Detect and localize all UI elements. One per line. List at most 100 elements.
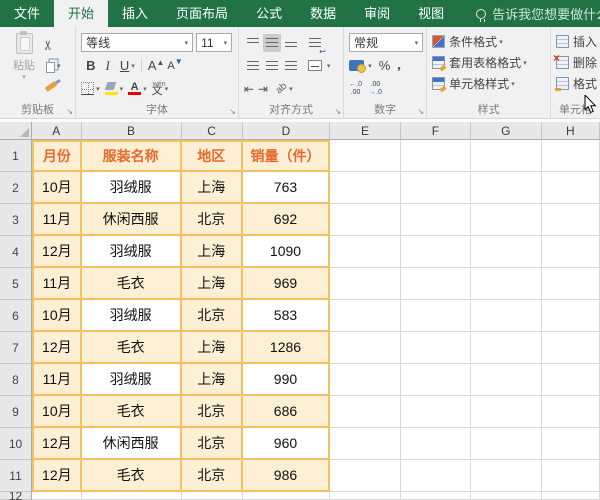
- cell-B2[interactable]: 羽绒服: [82, 172, 182, 204]
- percent-style-button[interactable]: %: [379, 58, 391, 73]
- cell-A9[interactable]: 10月: [32, 396, 82, 428]
- row-header-6[interactable]: 6: [0, 300, 32, 332]
- cell-D11[interactable]: 986: [243, 460, 330, 492]
- format-painter-button[interactable]: [43, 76, 61, 97]
- cell-D7[interactable]: 1286: [243, 332, 330, 364]
- cell-A8[interactable]: 11月: [32, 364, 82, 396]
- column-header-G[interactable]: G: [471, 122, 542, 140]
- decrease-font-button[interactable]: A▼: [167, 60, 182, 72]
- cell-F11[interactable]: [401, 460, 471, 492]
- row-header-9[interactable]: 9: [0, 396, 32, 428]
- row-header-3[interactable]: 3: [0, 204, 32, 236]
- cell-C3[interactable]: 北京: [182, 204, 243, 236]
- column-header-E[interactable]: E: [330, 122, 401, 140]
- cell-E10[interactable]: [330, 428, 401, 460]
- cell-H2[interactable]: [542, 172, 600, 204]
- column-header-F[interactable]: F: [401, 122, 471, 140]
- align-right-button[interactable]: [282, 57, 300, 75]
- underline-button[interactable]: U: [120, 58, 129, 73]
- cell-styles-button[interactable]: 单元格样式 ▾: [432, 73, 547, 94]
- cell-C1[interactable]: 地区: [182, 140, 243, 172]
- font-name-select[interactable]: 等线 ▾: [81, 33, 193, 52]
- alignment-dialog-launcher-icon[interactable]: ↘: [334, 107, 341, 116]
- cell-E6[interactable]: [330, 300, 401, 332]
- number-format-select[interactable]: 常规 ▾: [349, 33, 423, 52]
- cell-F8[interactable]: [401, 364, 471, 396]
- column-header-B[interactable]: B: [82, 122, 182, 140]
- cell-H4[interactable]: [542, 236, 600, 268]
- cell-B4[interactable]: 羽绒服: [82, 236, 182, 268]
- cell-G2[interactable]: [471, 172, 542, 204]
- cell-D3[interactable]: 692: [243, 204, 330, 236]
- font-color-button[interactable]: A ▾: [128, 82, 147, 95]
- insert-cells-button[interactable]: 插入: [556, 31, 597, 52]
- cell-H12[interactable]: [542, 492, 600, 500]
- underline-caret-icon[interactable]: ▾: [131, 62, 135, 70]
- cell-F6[interactable]: [401, 300, 471, 332]
- cell-F1[interactable]: [401, 140, 471, 172]
- cell-G9[interactable]: [471, 396, 542, 428]
- copy-button[interactable]: ▾: [43, 55, 61, 76]
- font-size-select[interactable]: 11 ▾: [196, 33, 232, 52]
- cell-H1[interactable]: [542, 140, 600, 172]
- cell-G11[interactable]: [471, 460, 542, 492]
- font-dialog-launcher-icon[interactable]: ↘: [229, 107, 236, 116]
- clipboard-dialog-launcher-icon[interactable]: ↘: [66, 107, 73, 116]
- cell-B9[interactable]: 毛衣: [82, 396, 182, 428]
- cell-C6[interactable]: 北京: [182, 300, 243, 332]
- decrease-indent-button[interactable]: ⇤: [244, 82, 254, 96]
- tab-page-layout[interactable]: 页面布局: [162, 0, 242, 27]
- cell-A3[interactable]: 11月: [32, 204, 82, 236]
- cell-G10[interactable]: [471, 428, 542, 460]
- middle-align-button[interactable]: [263, 34, 281, 52]
- cell-B7[interactable]: 毛衣: [82, 332, 182, 364]
- cell-A7[interactable]: 12月: [32, 332, 82, 364]
- phonetic-guide-button[interactable]: wén文 ▾: [152, 81, 169, 97]
- cell-H11[interactable]: [542, 460, 600, 492]
- cell-B5[interactable]: 毛衣: [82, 268, 182, 300]
- cell-F2[interactable]: [401, 172, 471, 204]
- cell-C7[interactable]: 上海: [182, 332, 243, 364]
- row-header-8[interactable]: 8: [0, 364, 32, 396]
- tab-home[interactable]: 开始: [54, 0, 108, 27]
- cell-C9[interactable]: 北京: [182, 396, 243, 428]
- cell-A10[interactable]: 12月: [32, 428, 82, 460]
- cell-F12[interactable]: [401, 492, 471, 500]
- column-header-H[interactable]: H: [542, 122, 600, 140]
- row-header-11[interactable]: 11: [0, 460, 32, 492]
- cell-C4[interactable]: 上海: [182, 236, 243, 268]
- cell-D1[interactable]: 销量（件）: [243, 140, 330, 172]
- cell-B10[interactable]: 休闲西服: [82, 428, 182, 460]
- cell-C12[interactable]: [182, 492, 243, 500]
- cell-G4[interactable]: [471, 236, 542, 268]
- cell-C11[interactable]: 北京: [182, 460, 243, 492]
- cell-E7[interactable]: [330, 332, 401, 364]
- cell-B8[interactable]: 羽绒服: [82, 364, 182, 396]
- tell-me-box[interactable]: 告诉我您想要做什么...: [476, 0, 600, 27]
- column-header-D[interactable]: D: [243, 122, 330, 140]
- cell-A12[interactable]: [32, 492, 82, 500]
- row-header-1[interactable]: 1: [0, 140, 32, 172]
- decrease-decimal-button[interactable]: .00 →.0: [369, 81, 382, 96]
- cell-D2[interactable]: 763: [243, 172, 330, 204]
- delete-cells-button[interactable]: 删除: [556, 52, 597, 73]
- cell-E5[interactable]: [330, 268, 401, 300]
- cell-F4[interactable]: [401, 236, 471, 268]
- cell-G8[interactable]: [471, 364, 542, 396]
- cell-G7[interactable]: [471, 332, 542, 364]
- conditional-formatting-button[interactable]: 条件格式 ▾: [432, 31, 547, 52]
- cell-E8[interactable]: [330, 364, 401, 396]
- cell-H9[interactable]: [542, 396, 600, 428]
- cell-A1[interactable]: 月份: [32, 140, 82, 172]
- merge-center-button[interactable]: [306, 57, 324, 75]
- cell-A4[interactable]: 12月: [32, 236, 82, 268]
- align-center-button[interactable]: [263, 57, 281, 75]
- cell-H6[interactable]: [542, 300, 600, 332]
- tab-view[interactable]: 视图: [404, 0, 458, 27]
- fill-color-button[interactable]: ▾: [105, 82, 124, 95]
- cell-B3[interactable]: 休闲西服: [82, 204, 182, 236]
- row-header-4[interactable]: 4: [0, 236, 32, 268]
- tab-review[interactable]: 审阅: [350, 0, 404, 27]
- format-cells-button[interactable]: 格式: [556, 73, 597, 94]
- cell-C10[interactable]: 北京: [182, 428, 243, 460]
